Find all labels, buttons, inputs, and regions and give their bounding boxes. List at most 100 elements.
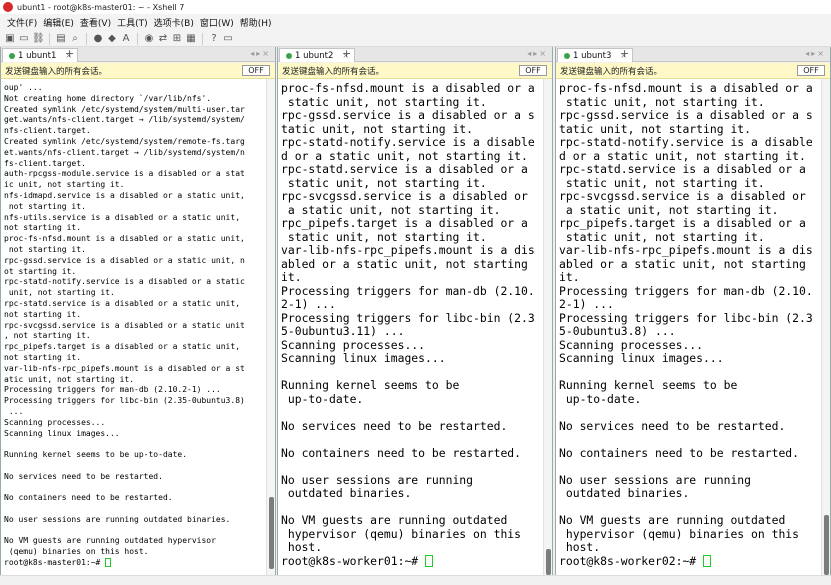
broadcast-label: 发送键盘输入的所有会话。 (282, 67, 385, 77)
terminal-line: 5-0ubuntu3.11) ... (281, 324, 405, 338)
window-titlebar: ubunt1 - root@k8s-master01: ~ - Xshell 7 (0, 0, 831, 14)
terminal-line: No containers need to be restarted. (281, 445, 522, 460)
terminal-line: ic unit, not starting it. (4, 180, 125, 190)
scrollbar[interactable] (543, 79, 552, 575)
terminal-line: Scanning processes... (281, 337, 426, 352)
terminal-line: a static unit, not starting it. (287, 202, 501, 217)
terminal-line: No user sessions are running outdated bi… (4, 514, 231, 524)
tab-bar: 1 ubunt3 × + ◂▸× (556, 47, 830, 62)
broadcast-toggle[interactable]: OFF (242, 65, 270, 76)
scrollbar-thumb[interactable] (546, 549, 551, 575)
terminal-line: up-to-date. (287, 391, 364, 406)
shell-prompt: root@k8s-master01:~# (4, 558, 106, 568)
terminal-line: static unit, not starting it. (565, 229, 765, 244)
terminal-line: 2-1) ... (559, 297, 614, 311)
terminal-line: rpc-gssd.service is a disabled or a s (281, 108, 535, 122)
terminal-line: nfs-idmapd.service is a disabled or a st… (4, 190, 245, 200)
terminal-line: rpc-gssd.service is a disabled or a stat… (4, 255, 245, 265)
terminal-output[interactable]: proc-fs-nfsd.mount is a disabled or a st… (278, 79, 543, 575)
terminal-line: Not creating home directory `/var/lib/nf… (4, 93, 212, 103)
terminal-line: No user sessions are running (559, 472, 752, 487)
chat-icon[interactable]: ▭ (222, 33, 234, 45)
terminal-line: Processing triggers for libc-bin (2.3 (281, 310, 535, 325)
terminal-line: var-lib-nfs-rpc_pipefs.mount is a disabl… (4, 363, 245, 373)
menu-edit[interactable]: 编辑(E) (40, 16, 77, 29)
tab-label: 1 ubunt3 (573, 50, 612, 61)
terminal-line: No services need to be restarted. (281, 418, 508, 433)
xftp-icon[interactable]: ◉ (143, 33, 155, 45)
terminal-text: oup' ... Not creating home directory `/v… (1, 79, 266, 569)
sftp-icon[interactable]: ⇄ (157, 33, 169, 45)
add-tab-icon[interactable]: + (65, 48, 74, 60)
menu-tools[interactable]: 工具(T) (114, 16, 151, 29)
terminal-line: fs-client.target. (4, 158, 86, 168)
terminal-line: No containers need to be restarted. (4, 493, 173, 503)
folder-icon[interactable]: ▭ (18, 33, 30, 45)
toolbar: ▣ ▭ ⛓ ▤ ⌕ ● ◆ A ◉ ⇄ ⊞ ▦ ? ▭ (0, 31, 831, 47)
terminal-line: rpc-svcgssd.service is a disabled or (559, 189, 806, 203)
terminal-line: atic unit, not starting it. (4, 374, 135, 384)
terminal-line: Processing triggers for libc-bin (2.3 (559, 310, 813, 325)
terminal-cursor (105, 558, 112, 568)
tab-nav-arrows[interactable]: ◂▸× (250, 49, 271, 58)
terminal-line: not starting it. (8, 244, 86, 254)
terminal-line: rpc-statd.service is a disabled or a (559, 162, 806, 176)
split-icon[interactable]: ⊞ (171, 33, 183, 45)
add-tab-icon[interactable]: + (342, 48, 351, 60)
terminal-line: No VM guests are running outdated hyperv… (4, 536, 216, 546)
terminal-output[interactable]: oup' ... Not creating home directory `/v… (1, 79, 266, 575)
terminal-line: up-to-date. (565, 391, 642, 406)
color-icon[interactable]: ◆ (106, 33, 118, 45)
broadcast-bar: 发送键盘输入的所有会话。 OFF (556, 63, 830, 79)
terminal-text: proc-fs-nfsd.mount is a disabled or a st… (556, 79, 821, 568)
broadcast-bar: 发送键盘输入的所有会话。 OFF (278, 63, 552, 79)
session-pane-3: 1 ubunt3 × + ◂▸× 发送键盘输入的所有会话。 OFF proc-f… (555, 47, 831, 575)
terminal-line: nfs-utils.service is a disabled or a sta… (4, 212, 241, 222)
terminal-line: it. (559, 270, 580, 284)
help-icon[interactable]: ? (208, 33, 220, 45)
terminal-line: d or a static unit, not starting it. (281, 148, 528, 163)
terminal-line: 5-0ubuntu3.8) ... (559, 324, 676, 338)
terminal-output[interactable]: proc-fs-nfsd.mount is a disabled or a st… (556, 79, 821, 575)
status-bar (0, 575, 831, 585)
scrollbar-thumb[interactable] (269, 497, 274, 569)
search-icon[interactable]: ⌕ (69, 33, 81, 45)
terminal-line: (qemu) binaries on this host. (8, 547, 149, 557)
layout-icon[interactable]: ▦ (185, 33, 197, 45)
terminal-line: ... (8, 406, 24, 416)
menu-view[interactable]: 查看(V) (77, 16, 114, 29)
properties-icon[interactable]: ▤ (55, 33, 67, 45)
terminal-line: static unit, not starting it. (565, 94, 765, 109)
terminal-line: Processing triggers for libc-bin (2.35-0… (4, 396, 245, 406)
link-icon[interactable]: ⛓ (32, 33, 45, 45)
tab-nav-arrows[interactable]: ◂▸× (527, 49, 548, 58)
add-tab-icon[interactable]: + (620, 48, 629, 60)
menu-file[interactable]: 文件(F) (4, 16, 40, 29)
terminal-line: Running kernel seems to be (559, 378, 738, 392)
terminal-line: No VM guests are running outdated (559, 513, 786, 527)
broadcast-toggle[interactable]: OFF (797, 65, 825, 76)
menu-window[interactable]: 窗口(W) (197, 16, 237, 29)
scrollbar[interactable] (821, 79, 830, 575)
scrollbar-thumb[interactable] (824, 515, 829, 575)
broadcast-toggle[interactable]: OFF (519, 65, 547, 76)
tab-label: 1 ubunt1 (18, 50, 57, 61)
terminal-line: rpc-svcgssd.service is a disabled or (281, 189, 528, 203)
menu-tabs[interactable]: 选项卡(B) (151, 16, 197, 29)
terminal-line: get.wants/nfs-client.target → /lib/syste… (4, 115, 245, 125)
terminal-line: hypervisor (qemu) binaries on this (565, 526, 800, 541)
session-pane-2: 1 ubunt2 × + ◂▸× 发送键盘输入的所有会话。 OFF proc-f… (277, 47, 553, 575)
broadcast-label: 发送键盘输入的所有会话。 (5, 67, 108, 77)
terminal-line: unit, not starting it. (8, 288, 115, 298)
new-session-icon[interactable]: ▣ (4, 33, 16, 45)
tab-nav-arrows[interactable]: ◂▸× (805, 49, 826, 58)
terminal-line: rpc-statd-notify.service is a disable (559, 135, 813, 149)
terminal-line: proc-fs-nfsd.mount is a disabled or a (559, 81, 813, 95)
font-icon[interactable]: A (120, 33, 132, 45)
terminal-line: Processing triggers for man-db (2.10.2-1… (4, 385, 221, 395)
terminal-line: outdated binaries. (287, 486, 412, 500)
globe-icon[interactable]: ● (92, 33, 104, 45)
scrollbar[interactable] (266, 79, 275, 575)
terminal-line: No services need to be restarted. (559, 418, 786, 433)
menu-help[interactable]: 帮助(H) (237, 16, 275, 29)
